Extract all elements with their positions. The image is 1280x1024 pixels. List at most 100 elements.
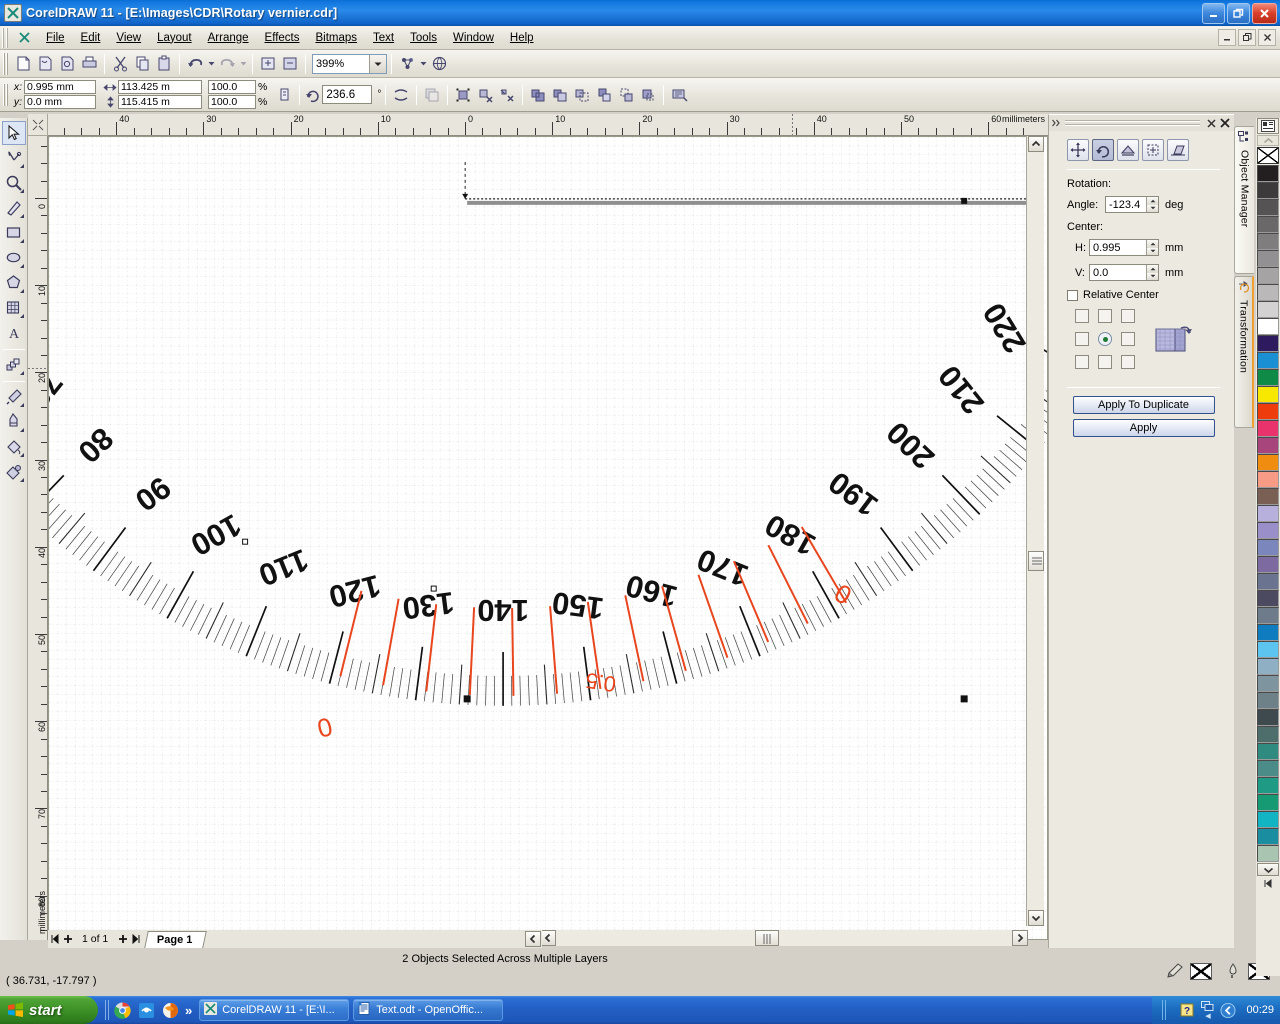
center-v-spin-buttons[interactable] [1146,265,1158,280]
palette-swatch[interactable] [1257,692,1279,709]
minimize-button[interactable] [1202,2,1225,24]
help-tray-icon[interactable]: ? [1179,1002,1195,1018]
palette-swatch[interactable] [1257,811,1279,828]
anchor-bottom-center[interactable] [1098,355,1112,369]
previous-page-button[interactable] [61,932,74,946]
ie-shortcut-icon[interactable] [136,1000,156,1020]
redo-dropdown-icon[interactable] [238,53,248,75]
palette-swatch[interactable] [1257,352,1279,369]
taskbar-openoffice[interactable]: Text.odt - OpenOffic... [353,999,504,1021]
palette-swatch[interactable] [1257,573,1279,590]
palette-swatch[interactable] [1257,828,1279,845]
palette-swatch[interactable] [1257,284,1279,301]
copy-icon[interactable] [131,53,153,75]
selection-handle[interactable] [960,695,968,703]
taskbar-coreldraw[interactable]: CorelDRAW 11 - [E:\I... [199,999,350,1021]
rotation-angle-field[interactable]: 236.6 [322,85,373,104]
palette-swatch[interactable] [1257,454,1279,471]
palette-swatch[interactable] [1257,845,1279,862]
anchor-bottom-right[interactable] [1121,355,1135,369]
object-node-marker[interactable] [430,585,437,592]
cut-icon[interactable] [109,53,131,75]
palette-swatch[interactable] [1257,522,1279,539]
horizontal-scrollbar[interactable] [540,930,1028,946]
restore-button[interactable] [1227,2,1250,24]
menu-layout[interactable]: Layout [149,29,200,47]
freehand-tool[interactable] [2,196,26,220]
eyedropper-tool[interactable] [2,385,26,409]
angle-spin-down[interactable] [1146,204,1158,212]
center-h-spin-buttons[interactable] [1146,240,1158,255]
polygon-tool[interactable] [2,271,26,295]
palette-swatch[interactable] [1257,607,1279,624]
menu-edit[interactable]: Edit [73,29,109,47]
simplify-icon[interactable] [593,84,615,106]
palette-swatch[interactable] [1257,437,1279,454]
anchor-point-grid[interactable] [1075,309,1139,373]
object-manager-tab[interactable]: Object Manager [1234,126,1254,274]
selection-handle[interactable] [961,197,968,204]
width-field[interactable]: 113.425 m [118,80,202,94]
menu-bitmaps[interactable]: Bitmaps [307,29,365,47]
to-front-icon[interactable] [421,84,443,106]
object-node-marker[interactable] [242,538,249,545]
network-tray-icon[interactable] [1201,1000,1214,1014]
wrap-paragraph-text-icon[interactable] [668,84,690,106]
menu-text[interactable]: Text [365,29,402,47]
outline-tool[interactable] [2,410,26,434]
anchor-bottom-left[interactable] [1075,355,1089,369]
position-icon[interactable] [1067,139,1089,161]
rectangle-tool[interactable] [2,221,26,245]
zoom-level-combo[interactable] [312,53,387,74]
palette-scroll-down[interactable] [1257,863,1279,876]
anchor-middle-left[interactable] [1075,332,1089,346]
menu-help[interactable]: Help [502,29,542,47]
standard-toolbar-grip[interactable] [3,52,9,75]
zoom-tool[interactable] [2,171,26,195]
selection-handle[interactable] [463,695,471,703]
lock-ratio-icon[interactable] [273,84,295,106]
relative-center-checkbox[interactable] [1067,289,1078,301]
docker-grip[interactable] [1051,117,1061,129]
undo-icon[interactable] [184,53,206,75]
center-v-spinner[interactable] [1089,264,1159,281]
palette-swatch[interactable] [1257,250,1279,267]
ellipse-tool[interactable] [2,246,26,270]
palette-swatch[interactable] [1257,658,1279,675]
convert-to-curves-icon[interactable] [452,84,474,106]
docker-hide-button[interactable] [1218,116,1232,130]
center-v-spin-up[interactable] [1146,265,1158,273]
center-h-spin-down[interactable] [1146,247,1158,255]
launcher-dropdown-icon[interactable] [418,53,428,75]
menu-view[interactable]: View [108,29,149,47]
corel-online-icon[interactable] [428,53,450,75]
vertical-scrollbar[interactable] [1026,136,1044,926]
palette-swatch[interactable] [1257,182,1279,199]
mdi-close-button[interactable] [1258,29,1276,46]
palette-scroll-end[interactable] [1257,877,1279,890]
anchor-top-center[interactable] [1098,309,1112,323]
ruler-origin-button[interactable] [28,114,48,136]
quick-launch-more[interactable]: » [185,1003,192,1018]
tray-expand-glyph[interactable]: ◀ [1205,1013,1210,1020]
text-tool[interactable]: A [2,321,26,345]
anchor-middle-right[interactable] [1121,332,1135,346]
menubar-grip[interactable] [2,27,14,48]
palette-swatch[interactable] [1257,743,1279,760]
menu-window[interactable]: Window [445,29,502,47]
interactive-blend-tool[interactable] [2,353,26,377]
palette-swatch[interactable] [1257,233,1279,250]
center-h-spinner[interactable] [1089,239,1159,256]
palette-swatch[interactable] [1257,760,1279,777]
anchor-top-right[interactable] [1121,309,1135,323]
interactive-fill-tool[interactable] [2,460,26,484]
docker-close-button[interactable] [1204,116,1218,130]
undo-dropdown-icon[interactable] [206,53,216,75]
dropper-icon[interactable] [1220,961,1246,981]
palette-swatch[interactable] [1257,488,1279,505]
back-minus-front-icon[interactable] [637,84,659,106]
fill-color-swatch[interactable] [1190,962,1212,980]
break-curve-icon[interactable] [496,84,518,106]
auto-close-curve-icon[interactable] [474,84,496,106]
trim-icon[interactable] [549,84,571,106]
